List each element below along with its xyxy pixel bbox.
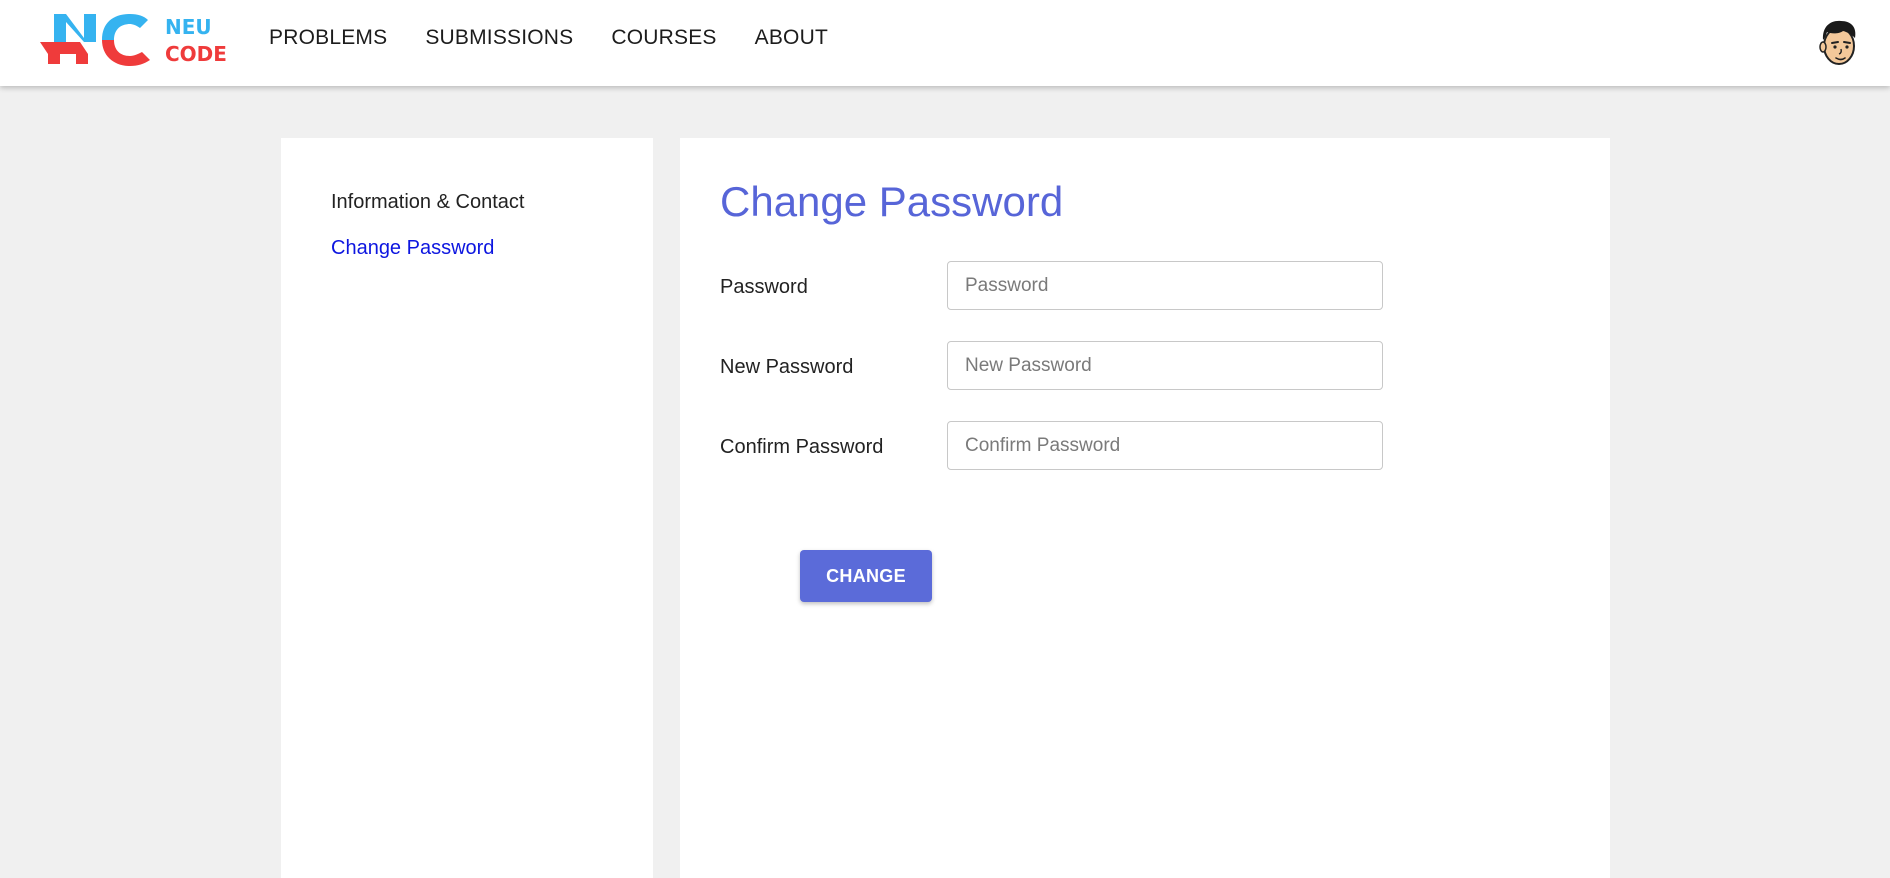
change-password-panel: Change Password Password New Password Co…: [680, 138, 1610, 878]
confirm-password-label: Confirm Password: [720, 436, 884, 458]
logo-text-neu: NEU: [165, 15, 212, 39]
sidebar-item-change-password[interactable]: Change Password: [331, 237, 494, 260]
change-button[interactable]: CHANGE: [800, 550, 932, 602]
page-title: Change Password: [720, 178, 1064, 225]
password-label: Password: [720, 276, 808, 298]
logo-text-code: CODE: [165, 42, 227, 66]
settings-sidebar: Information & Contact Change Password: [281, 138, 653, 878]
nav-about[interactable]: ABOUT: [755, 26, 828, 50]
new-password-label: New Password: [720, 356, 854, 378]
nc-logo-mark-icon: [40, 14, 150, 66]
sidebar-item-information-contact[interactable]: Information & Contact: [331, 191, 524, 214]
new-password-input[interactable]: [947, 341, 1383, 390]
nav-submissions[interactable]: SUBMISSIONS: [425, 26, 573, 50]
nav-courses[interactable]: COURSES: [611, 26, 716, 50]
user-avatar-icon[interactable]: [1817, 18, 1861, 68]
password-input[interactable]: [947, 261, 1383, 310]
confirm-password-input[interactable]: [947, 421, 1383, 470]
main-nav: PROBLEMS SUBMISSIONS COURSES ABOUT: [269, 26, 866, 50]
top-navbar: NEU CODE PROBLEMS SUBMISSIONS COURSES AB…: [0, 0, 1890, 86]
nav-problems[interactable]: PROBLEMS: [269, 26, 387, 50]
neucode-logo[interactable]: NEU CODE: [40, 12, 230, 68]
